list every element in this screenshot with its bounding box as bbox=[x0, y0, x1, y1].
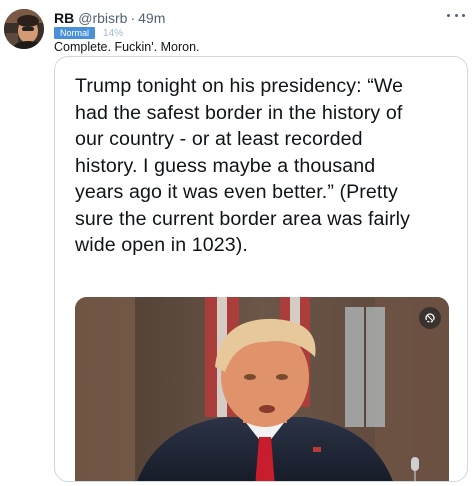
gif-icon[interactable] bbox=[419, 307, 441, 329]
avatar[interactable] bbox=[4, 9, 44, 49]
quoted-line: Trump tonight on his presidency: “We bbox=[75, 75, 404, 97]
quoted-line: our country - or at least recorded bbox=[75, 128, 363, 150]
quoted-line: sure the current border area was fairly bbox=[75, 207, 410, 230]
quoted-line: had the safest border in the history of bbox=[75, 101, 403, 124]
author-name[interactable]: RB bbox=[54, 10, 74, 26]
quoted-line: history. I guess maybe a thousand bbox=[75, 154, 376, 177]
status-badge: Normal bbox=[54, 27, 96, 39]
video-frame bbox=[75, 297, 449, 481]
badge-row: Normal 14% bbox=[54, 27, 123, 39]
quoted-line: wide open in 1023). bbox=[75, 234, 248, 256]
tweet-text: Complete. Fuckin'. Moron. bbox=[54, 40, 200, 54]
quoted-line: years ago it was even better.” (Pretty bbox=[75, 181, 398, 203]
quoted-tweet-card[interactable]: Trump tonight on his presidency: “We had… bbox=[54, 56, 468, 482]
tweet-header: RB @rbisrb · 49m bbox=[54, 9, 463, 27]
tweet-time[interactable]: 49m bbox=[138, 10, 165, 26]
more-horizontal-icon[interactable] bbox=[447, 10, 465, 20]
video-thumbnail[interactable] bbox=[75, 297, 449, 481]
separator-dot: · bbox=[130, 10, 136, 26]
quoted-text: Trump tonight on his presidency: “We had… bbox=[75, 73, 455, 259]
percent-label: 14% bbox=[103, 27, 124, 39]
author-handle[interactable]: @rbisrb bbox=[78, 10, 127, 26]
